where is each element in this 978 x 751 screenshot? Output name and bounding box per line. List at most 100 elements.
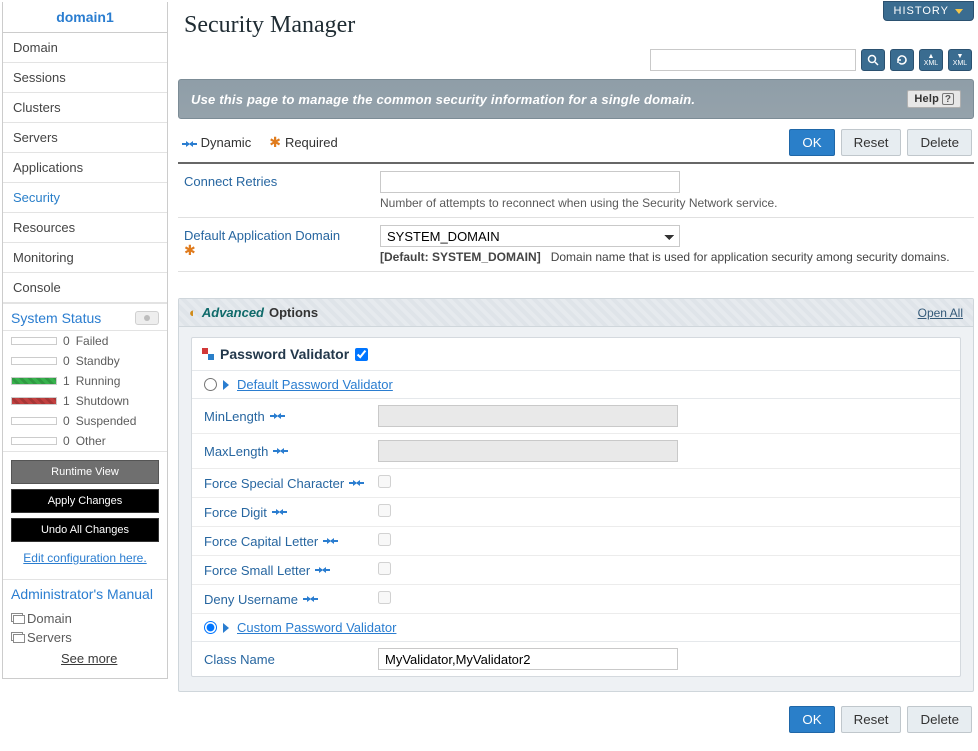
footer-buttons: OK Reset Delete (178, 692, 974, 747)
row-app-domain: Default Application Domain ✱ SYSTEM_DOMA… (178, 218, 974, 272)
manual-see-more-link[interactable]: See more (61, 649, 117, 668)
xml-export-icon[interactable]: ▲XML (919, 49, 943, 71)
row-force-capital: Force Capital Letter (192, 527, 960, 556)
row-class-name: Class Name (192, 642, 960, 676)
sidebar-item-servers[interactable]: Servers (3, 123, 167, 153)
delete-button-top[interactable]: Delete (907, 129, 972, 156)
input-minlength[interactable] (378, 405, 678, 427)
check-force-capital[interactable] (378, 533, 391, 546)
sidebar-item-resources[interactable]: Resources (3, 213, 167, 243)
advanced-header: ◐ Advanced Options Open All (179, 299, 973, 327)
row-force-digit: Force Digit (192, 498, 960, 527)
apply-changes-button[interactable]: Apply Changes (11, 489, 159, 513)
admin-manual: Administrator's Manual Domain Servers Se… (3, 579, 167, 678)
history-tab: HISTORY (883, 1, 975, 21)
check-force-special[interactable] (378, 475, 391, 488)
refresh-icon[interactable] (890, 49, 914, 71)
expand-icon[interactable] (223, 623, 229, 633)
status-failed: 0Failed (3, 331, 167, 351)
row-connect-retries: Connect Retries Number of attempts to re… (178, 164, 974, 218)
ok-button-top[interactable]: OK (789, 129, 834, 156)
status-standby: 0Standby (3, 351, 167, 371)
row-force-special: Force Special Character (192, 469, 960, 498)
advanced-title-em: Advanced (202, 305, 264, 320)
label-force-special: Force Special Character (204, 476, 344, 491)
input-class-name[interactable] (378, 648, 678, 670)
select-app-domain[interactable]: SYSTEM_DOMAIN (380, 225, 680, 247)
stack-icon (11, 613, 23, 623)
default-validator-link[interactable]: Default Password Validator (237, 377, 393, 392)
sidebar-item-security[interactable]: Security (3, 183, 167, 213)
default-validator-header: Default Password Validator (192, 371, 960, 399)
label-connect-retries: Connect Retries (184, 171, 380, 210)
custom-validator-link[interactable]: Custom Password Validator (237, 620, 396, 635)
sidebar: domain1 Domain Sessions Clusters Servers… (2, 2, 168, 679)
reset-button-bottom[interactable]: Reset (841, 706, 902, 733)
dynamic-icon (182, 141, 197, 147)
sidebar-item-monitoring[interactable]: Monitoring (3, 243, 167, 273)
password-validator-toggle[interactable] (355, 348, 368, 361)
legend-dynamic: Dynamic (182, 135, 251, 150)
check-force-small[interactable] (378, 562, 391, 575)
custom-validator-header: Custom Password Validator (192, 614, 960, 642)
status-shutdown: 1Shutdown (3, 391, 167, 411)
search-icon[interactable] (861, 49, 885, 71)
advanced-panel: ◐ Advanced Options Open All Password Val… (178, 298, 974, 692)
question-icon: ? (942, 93, 954, 105)
check-force-digit[interactable] (378, 504, 391, 517)
undo-changes-button[interactable]: Undo All Changes (11, 518, 159, 542)
check-deny-username[interactable] (378, 591, 391, 604)
reset-button-top[interactable]: Reset (841, 129, 902, 156)
required-icon: ✱ (184, 242, 196, 258)
form: Connect Retries Number of attempts to re… (178, 164, 974, 272)
chevron-down-icon (955, 9, 963, 14)
banner-text: Use this page to manage the common secur… (191, 92, 695, 107)
stack-icon (11, 632, 23, 642)
domain-title: domain1 (3, 2, 167, 33)
status-list: 0Failed 0Standby 1Running 1Shutdown 0Sus… (3, 331, 167, 451)
manual-domain-link[interactable]: Domain (11, 609, 159, 628)
expand-icon[interactable] (223, 380, 229, 390)
input-maxlength[interactable] (378, 440, 678, 462)
sidebar-item-applications[interactable]: Applications (3, 153, 167, 183)
ok-button-bottom[interactable]: OK (789, 706, 834, 733)
password-validator-panel: Password Validator Default Password Vali… (191, 337, 961, 677)
page-title: Security Manager (178, 4, 974, 49)
validator-icon (202, 348, 214, 360)
required-icon: ✱ (269, 134, 281, 150)
history-label: HISTORY (894, 5, 950, 17)
status-other: 0Other (3, 431, 167, 451)
history-button[interactable]: HISTORY (883, 1, 975, 21)
sidebar-item-domain[interactable]: Domain (3, 33, 167, 63)
radio-default-validator[interactable] (204, 378, 217, 391)
status-chip-icon[interactable] (135, 311, 159, 325)
delete-button-bottom[interactable]: Delete (907, 706, 972, 733)
input-connect-retries[interactable] (380, 171, 680, 193)
runtime-view-button[interactable]: Runtime View (11, 460, 159, 484)
row-minlength: MinLength (192, 399, 960, 434)
legend-row: Dynamic ✱Required OK Reset Delete (178, 119, 974, 164)
system-status-label: System Status (11, 310, 101, 326)
sidebar-nav: Domain Sessions Clusters Servers Applica… (3, 33, 167, 303)
label-force-digit: Force Digit (204, 505, 267, 520)
status-suspended: 0Suspended (3, 411, 167, 431)
sidebar-actions: Runtime View Apply Changes Undo All Chan… (3, 451, 167, 579)
xml-import-icon[interactable]: ▼XML (948, 49, 972, 71)
status-running: 1Running (3, 371, 167, 391)
search-input[interactable] (650, 49, 856, 71)
dynamic-icon (315, 567, 330, 573)
manual-servers-link[interactable]: Servers (11, 628, 159, 647)
edit-config-link[interactable]: Edit configuration here. (11, 547, 159, 575)
label-deny-username: Deny Username (204, 592, 298, 607)
advanced-title-rest: Options (269, 305, 318, 320)
sidebar-item-sessions[interactable]: Sessions (3, 63, 167, 93)
password-validator-header: Password Validator (192, 338, 960, 371)
main-content: HISTORY Security Manager ▲XML ▼XML Use t… (168, 0, 978, 751)
radio-custom-validator[interactable] (204, 621, 217, 634)
sidebar-item-clusters[interactable]: Clusters (3, 93, 167, 123)
label-minlength: MinLength (204, 409, 265, 424)
help-button[interactable]: Help? (907, 90, 961, 108)
sidebar-item-console[interactable]: Console (3, 273, 167, 303)
open-all-link[interactable]: Open All (918, 306, 963, 320)
row-force-small: Force Small Letter (192, 556, 960, 585)
